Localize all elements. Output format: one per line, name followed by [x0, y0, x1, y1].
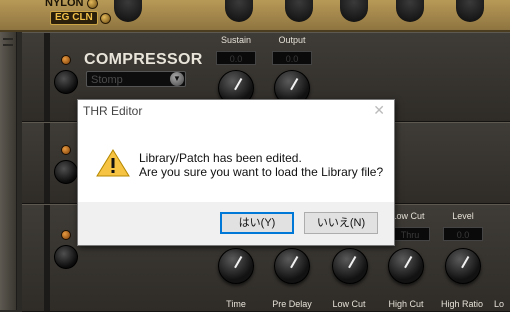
- high-cut-knob[interactable]: [388, 248, 424, 284]
- dialog-button-bar: はい(Y) いいえ(N): [78, 202, 394, 245]
- compressor-title: COMPRESSOR: [84, 51, 203, 68]
- param-label-output: Output: [278, 35, 306, 45]
- amp-strip: NYLON EG CLN: [0, 0, 510, 32]
- warning-icon: [96, 149, 130, 177]
- param-label-level: Level: [452, 211, 474, 221]
- chevron-down-icon: ▼: [170, 72, 184, 86]
- top-knob-2[interactable]: [225, 0, 253, 22]
- top-knob-5[interactable]: [396, 0, 424, 22]
- pre-delay-knob[interactable]: [274, 248, 310, 284]
- top-knob-6[interactable]: [456, 0, 484, 22]
- low-cut-knob[interactable]: [332, 248, 368, 284]
- knob-label-time: Time: [226, 299, 246, 309]
- amp-type-led: [100, 13, 111, 24]
- param-display-lowcut-top: Thru: [390, 227, 430, 241]
- dialog-message-line2: Are you sure you want to load the Librar…: [139, 165, 384, 179]
- top-knob-4[interactable]: [340, 0, 368, 22]
- left-rail: [0, 32, 17, 310]
- knob-label-high-ratio: High Ratio: [440, 299, 484, 309]
- compressor-type-dropdown[interactable]: Stomp ▼: [86, 71, 186, 87]
- close-icon[interactable]: ✕: [373, 102, 385, 119]
- dialog-title: THR Editor: [83, 104, 143, 118]
- no-button[interactable]: いいえ(N): [304, 212, 378, 234]
- knob-label-pre-delay: Pre Delay: [272, 299, 312, 309]
- amp-name-label: NYLON: [45, 0, 84, 9]
- compressor-type-value: Stomp: [91, 74, 123, 86]
- effect-on-switch[interactable]: [54, 160, 78, 184]
- reverb-led: [61, 230, 71, 240]
- knob-label-high-cut: High Cut: [388, 299, 424, 309]
- amp-type-badge[interactable]: EG CLN: [50, 11, 98, 25]
- amp-led: [87, 0, 98, 9]
- knob-label-lo: Lo: [494, 299, 505, 309]
- reverb-on-switch[interactable]: [54, 245, 78, 269]
- confirm-dialog: THR Editor ✕ Library/Patch has been edit…: [77, 99, 395, 246]
- param-display-sustain: 0.0: [216, 51, 256, 65]
- top-knob-3[interactable]: [285, 0, 313, 22]
- param-display-level: 0.0: [443, 227, 483, 241]
- compressor-on-switch[interactable]: [54, 70, 78, 94]
- yes-button[interactable]: はい(Y): [220, 212, 294, 234]
- compressor-led: [61, 55, 71, 65]
- high-ratio-knob[interactable]: [445, 248, 481, 284]
- top-knob-1[interactable]: [114, 0, 142, 22]
- effect-led: [61, 145, 71, 155]
- time-knob[interactable]: [218, 248, 254, 284]
- param-label-sustain: Sustain: [220, 35, 252, 45]
- knob-label-low-cut: Low Cut: [332, 299, 366, 309]
- dialog-message-line1: Library/Patch has been edited.: [139, 151, 302, 165]
- param-display-output: 0.0: [272, 51, 312, 65]
